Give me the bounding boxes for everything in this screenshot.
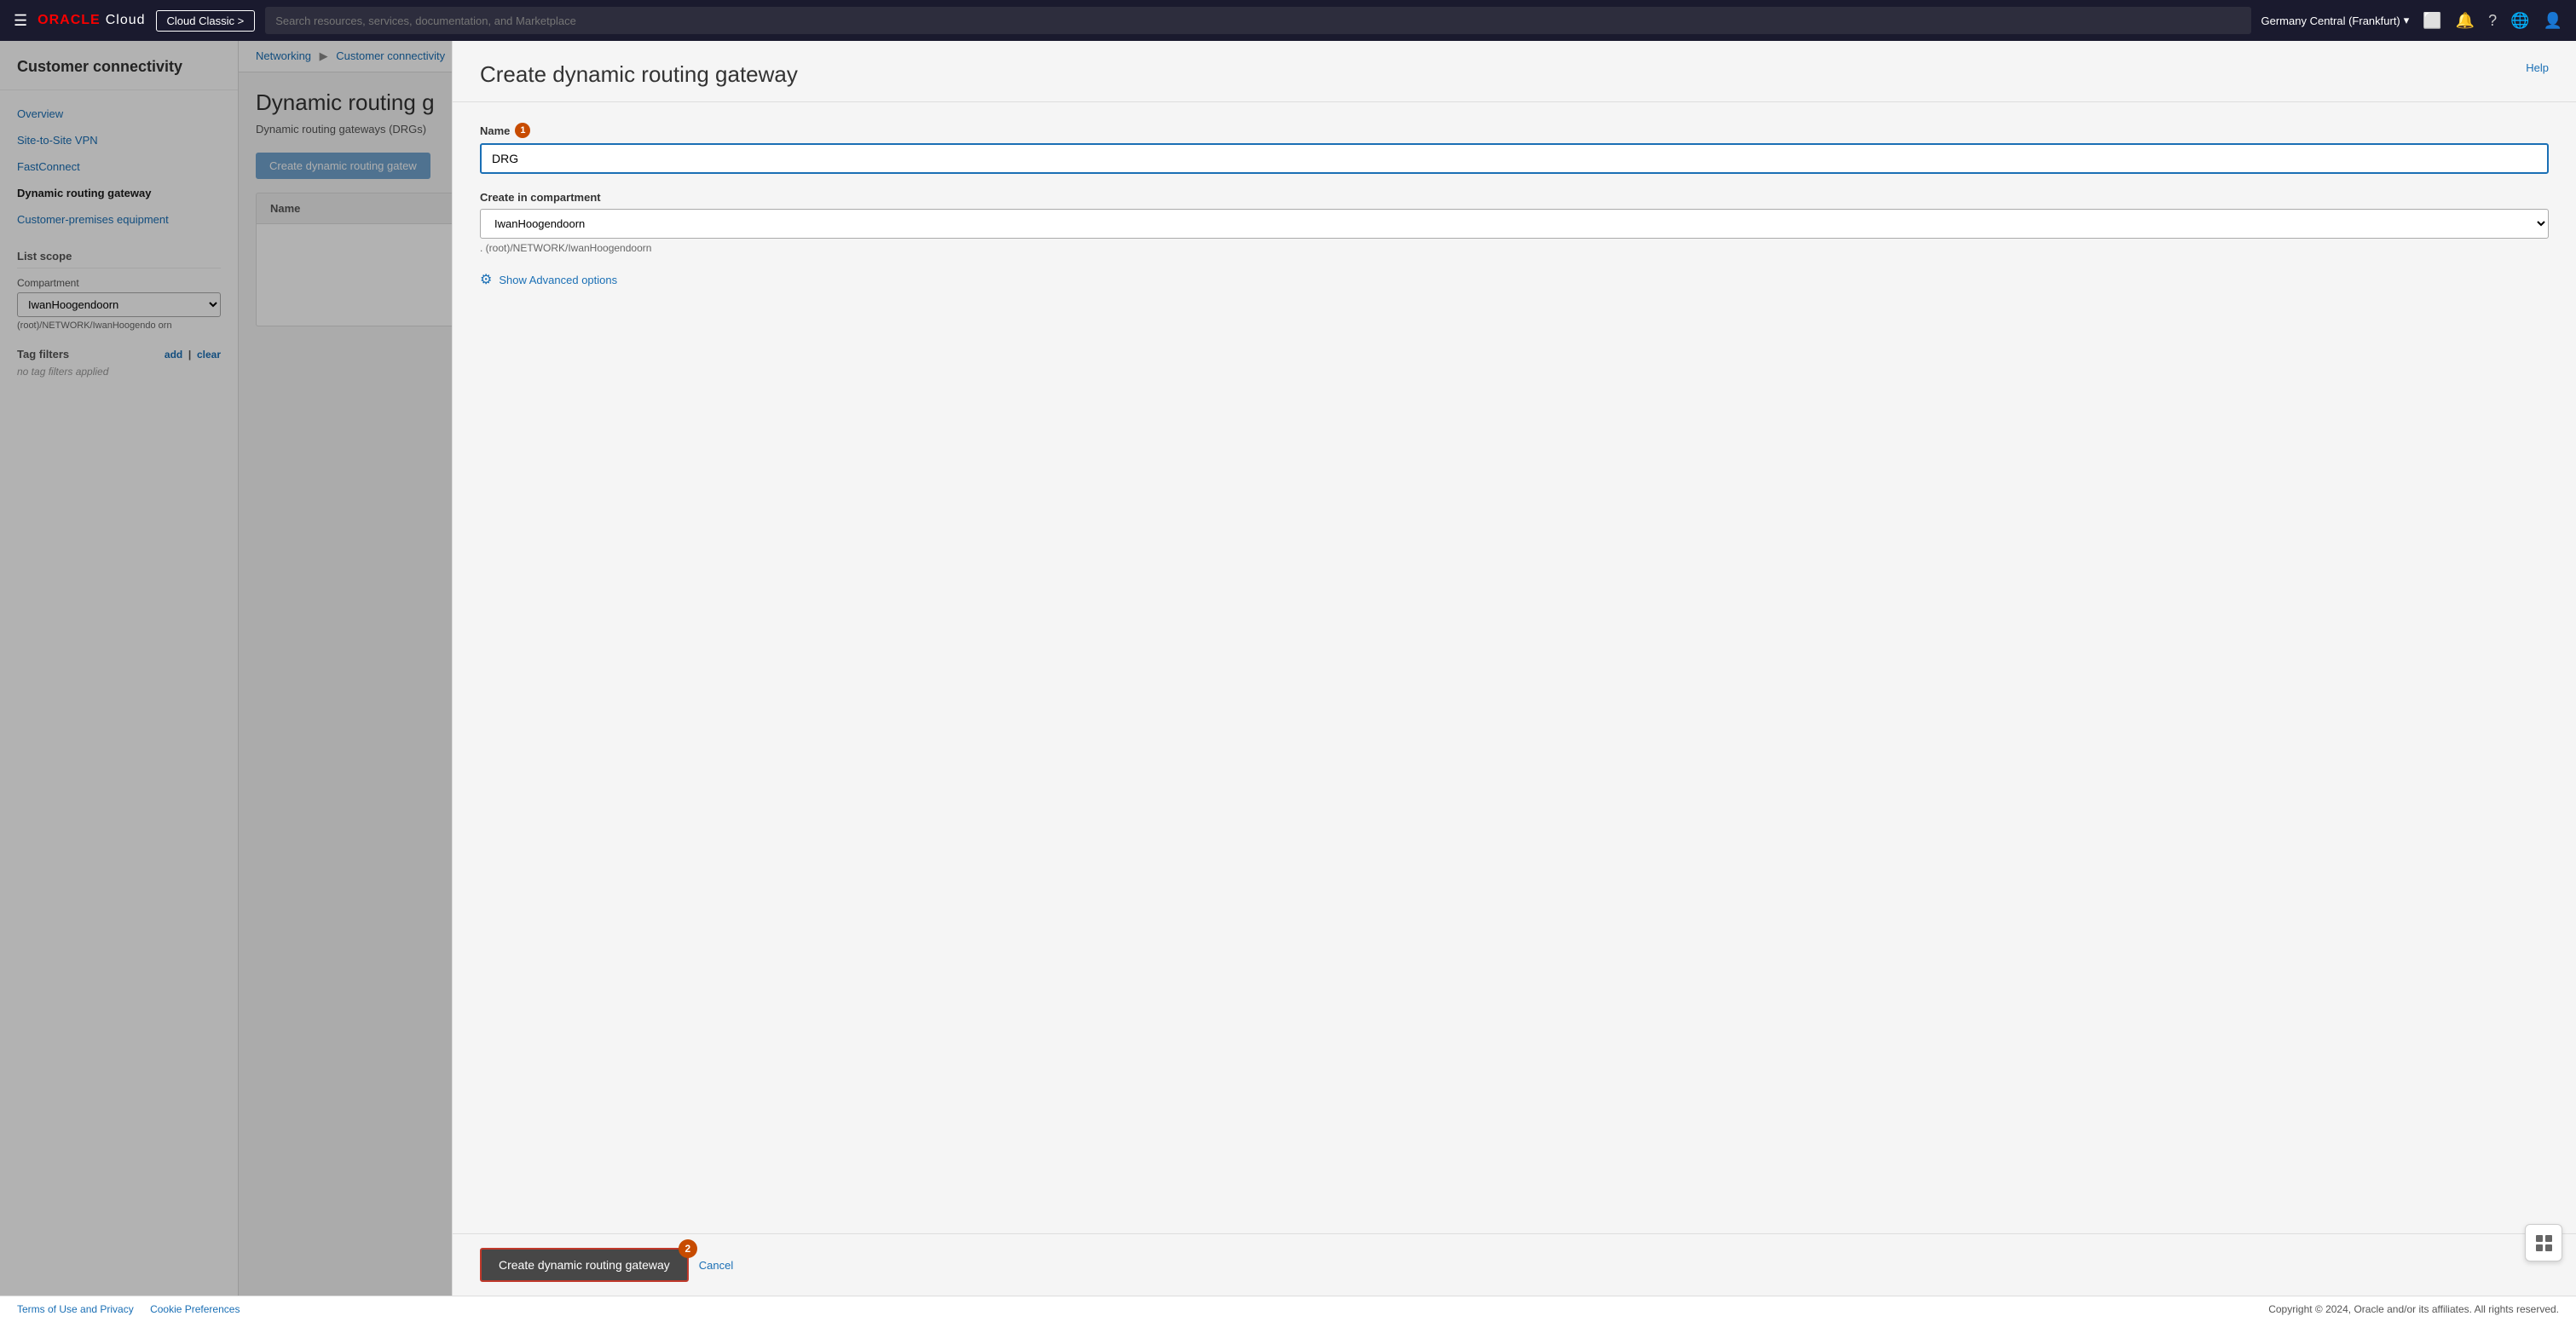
name-label: Name 1: [480, 123, 2549, 138]
help-dot-3: [2536, 1244, 2543, 1251]
advanced-options-label: Show Advanced options: [499, 274, 617, 286]
compartment-form-select[interactable]: IwanHoogendoorn: [480, 209, 2549, 239]
create-step-badge: 2: [679, 1239, 697, 1258]
help-link[interactable]: Help: [2526, 61, 2549, 74]
cookie-link[interactable]: Cookie Preferences: [150, 1303, 240, 1315]
cancel-button[interactable]: Cancel: [699, 1259, 733, 1272]
chevron-down-icon: ▾: [2404, 14, 2410, 27]
notification-icon[interactable]: 🔔: [2456, 12, 2475, 30]
name-required-badge: 1: [515, 123, 530, 138]
create-drg-panel: Create dynamic routing gateway Help Name…: [452, 41, 2576, 1296]
compartment-form-group: Create in compartment IwanHoogendoorn . …: [480, 191, 2549, 254]
compartment-path-hint: . (root)/NETWORK/IwanHoogendoorn: [480, 242, 2549, 254]
panel-title: Create dynamic routing gateway: [480, 61, 798, 88]
name-form-group: Name 1: [480, 123, 2549, 174]
cloud-text: Cloud: [106, 13, 146, 28]
footer-bar: Terms of Use and Privacy Cookie Preferen…: [0, 1296, 2576, 1322]
help-widget-grid: [2533, 1232, 2556, 1255]
panel-header: Create dynamic routing gateway Help: [453, 41, 2576, 102]
help-dot-1: [2536, 1235, 2543, 1242]
top-navigation: ☰ ORACLE Cloud Cloud Classic > Germany C…: [0, 0, 2576, 41]
cloud-classic-button[interactable]: Cloud Classic >: [156, 10, 256, 32]
compartment-form-label: Create in compartment: [480, 191, 2549, 204]
search-input[interactable]: [265, 7, 2250, 34]
help-widget[interactable]: [2525, 1224, 2562, 1261]
sliders-icon: ⚙: [480, 271, 492, 288]
help-dot-2: [2545, 1235, 2552, 1242]
copyright-text: Copyright © 2024, Oracle and/or its affi…: [2268, 1303, 2559, 1315]
oracle-text: ORACLE: [38, 13, 101, 28]
oracle-logo: ORACLE Cloud: [38, 13, 145, 28]
help-icon[interactable]: ?: [2488, 12, 2497, 30]
terms-link[interactable]: Terms of Use and Privacy: [17, 1303, 134, 1315]
user-avatar[interactable]: 👤: [2544, 12, 2562, 30]
globe-icon[interactable]: 🌐: [2510, 12, 2529, 30]
help-dot-4: [2545, 1244, 2552, 1251]
main-container: Customer connectivity Overview Site-to-S…: [0, 41, 2576, 1296]
developer-icon[interactable]: ⬜: [2423, 12, 2441, 30]
name-input[interactable]: [480, 143, 2549, 174]
advanced-options-link[interactable]: ⚙ Show Advanced options: [480, 271, 2549, 288]
menu-icon[interactable]: ☰: [14, 12, 27, 30]
region-label: Germany Central (Frankfurt): [2261, 14, 2400, 27]
region-selector[interactable]: Germany Central (Frankfurt) ▾: [2261, 14, 2410, 27]
nav-right: Germany Central (Frankfurt) ▾ ⬜ 🔔 ? 🌐 👤: [2261, 12, 2563, 30]
create-gateway-button[interactable]: Create dynamic routing gateway 2: [480, 1248, 689, 1282]
panel-footer: Create dynamic routing gateway 2 Cancel: [453, 1233, 2576, 1296]
panel-body: Name 1 Create in compartment IwanHoogend…: [453, 102, 2576, 1233]
footer-links: Terms of Use and Privacy Cookie Preferen…: [17, 1303, 253, 1315]
